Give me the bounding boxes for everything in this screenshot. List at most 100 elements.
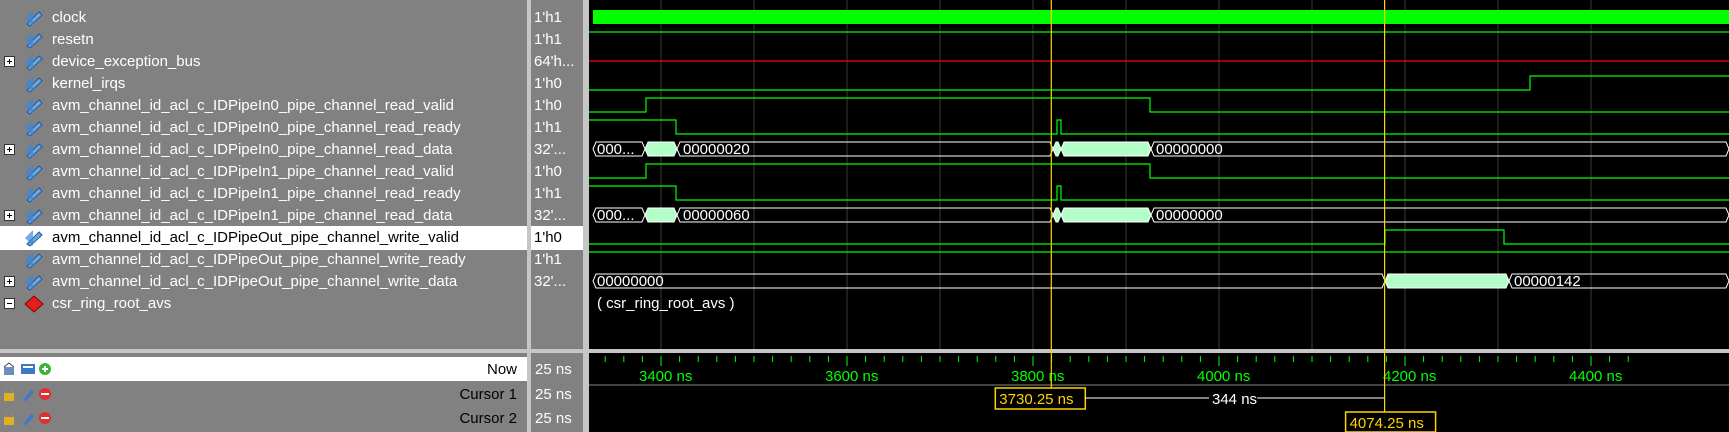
signal-value-row[interactable]: 1'h1 bbox=[531, 28, 583, 52]
cursor-1-label: Cursor 1 bbox=[459, 386, 517, 403]
wrench-icon bbox=[23, 414, 34, 425]
signal-name: avm_channel_id_acl_c_IDPipeIn0_pipe_chan… bbox=[52, 119, 461, 136]
signal-value-row[interactable]: 32'... bbox=[531, 270, 583, 294]
lock-icon bbox=[4, 393, 14, 401]
signal-name: device_exception_bus bbox=[52, 53, 201, 70]
wave-icon bbox=[25, 76, 43, 93]
signal-name: avm_channel_id_acl_c_IDPipeOut_pipe_chan… bbox=[52, 251, 466, 268]
now-row: Now bbox=[0, 357, 527, 381]
in1-data-bus-segment bbox=[1060, 207, 1152, 223]
signal-row[interactable]: kernel_irqs bbox=[0, 72, 527, 96]
signal-value-row[interactable]: 1'h0 bbox=[531, 72, 583, 96]
diamond-icon bbox=[24, 295, 44, 313]
signal-value: 32'... bbox=[534, 273, 567, 290]
signal-name: csr_ring_root_avs bbox=[52, 295, 172, 312]
wave-icon bbox=[25, 10, 43, 27]
signal-row[interactable]: avm_channel_id_acl_c_IDPipeIn1_pipe_chan… bbox=[0, 182, 527, 206]
signal-value-row[interactable]: 1'h0 bbox=[531, 94, 583, 118]
signal-row[interactable]: avm_channel_id_acl_c_IDPipeIn0_pipe_chan… bbox=[0, 94, 527, 118]
bus-value-label: 00000000 bbox=[597, 273, 664, 290]
signal-row[interactable]: avm_channel_id_acl_c_IDPipeOut_pipe_chan… bbox=[0, 248, 527, 272]
waveform-canvas[interactable]: 000... 00000020 00000000 000... 00000060 0000… bbox=[589, 0, 1729, 432]
signal-row[interactable]: avm_channel_id_acl_c_IDPipeIn0_pipe_chan… bbox=[0, 116, 527, 140]
signal-value-row[interactable]: 1'h1 bbox=[531, 248, 583, 272]
signal-name: resetn bbox=[52, 31, 94, 48]
lock-icon bbox=[4, 417, 14, 425]
cursor-1-time: 3730.25 ns bbox=[999, 391, 1073, 408]
cursor-2-icons bbox=[3, 410, 51, 426]
expand-icon[interactable] bbox=[4, 210, 15, 221]
timeline-tick-label: 4400 ns bbox=[1569, 368, 1622, 385]
wave-icon bbox=[25, 274, 43, 291]
cursor-2-row[interactable]: Cursor 2 bbox=[0, 406, 527, 430]
clock-wave bbox=[593, 10, 1729, 24]
bus-value-label: 00000020 bbox=[683, 141, 750, 158]
signal-value-row[interactable] bbox=[531, 292, 583, 316]
bus-value-label: 00000000 bbox=[1156, 207, 1223, 224]
wave-icon bbox=[25, 32, 43, 49]
bus-value-label: 000... bbox=[597, 207, 635, 224]
signal-value-row[interactable]: 1'h0 bbox=[531, 226, 583, 250]
signal-row[interactable]: csr_ring_root_avs bbox=[0, 292, 527, 316]
signal-row[interactable]: avm_channel_id_acl_c_IDPipeIn1_pipe_chan… bbox=[0, 204, 527, 228]
signal-value: 1'h1 bbox=[534, 119, 562, 136]
signal-name: avm_channel_id_acl_c_IDPipeIn1_pipe_chan… bbox=[52, 185, 461, 202]
wave-icon bbox=[25, 208, 43, 225]
cursor-2-time: 4074.25 ns bbox=[1350, 415, 1424, 432]
signal-value-row[interactable]: 1'h1 bbox=[531, 182, 583, 206]
in0-ready-wave bbox=[589, 119, 1729, 135]
signal-value: 1'h1 bbox=[534, 185, 562, 202]
expand-icon[interactable] bbox=[4, 144, 15, 155]
timeline-tick-label: 3400 ns bbox=[639, 368, 692, 385]
signal-value: 32'... bbox=[534, 141, 567, 158]
signal-name: avm_channel_id_acl_c_IDPipeIn0_pipe_chan… bbox=[52, 141, 453, 158]
signal-name-panel: clock resetn device_exception_bus kernel_ir… bbox=[0, 0, 527, 349]
cursor-1-icons bbox=[3, 386, 51, 402]
signal-value-row[interactable]: 32'... bbox=[531, 204, 583, 228]
signal-row[interactable]: resetn bbox=[0, 28, 527, 52]
now-label: Now bbox=[486, 361, 517, 378]
bus-value-label: ( csr_ring_root_avs ) bbox=[597, 295, 735, 312]
signal-row[interactable]: clock bbox=[0, 6, 527, 30]
timeline-tick-label: 4200 ns bbox=[1383, 368, 1436, 385]
cursor-1-row[interactable]: Cursor 1 bbox=[0, 382, 527, 406]
signal-value-row[interactable]: 1'h0 bbox=[531, 160, 583, 184]
wave-icon bbox=[25, 164, 43, 181]
signal-value-row[interactable]: 64'h... bbox=[531, 50, 583, 74]
in0-data-bus-segment bbox=[1052, 141, 1062, 157]
expand-icon[interactable] bbox=[4, 276, 15, 287]
in0-data-bus-segment bbox=[1060, 141, 1152, 157]
timeline-tick-label: 3800 ns bbox=[1011, 368, 1064, 385]
expand-icon[interactable] bbox=[4, 56, 15, 67]
wave-icon bbox=[25, 98, 43, 115]
in1-data-bus-segment bbox=[1150, 207, 1729, 223]
wave-icon bbox=[25, 186, 43, 203]
signal-row[interactable]: avm_channel_id_acl_c_IDPipeIn0_pipe_chan… bbox=[0, 138, 527, 162]
collapse-icon[interactable] bbox=[4, 298, 15, 309]
cursor-panel: Now Cursor 1 Cursor 2 bbox=[0, 353, 527, 432]
cursor-delta-label: 344 ns bbox=[1212, 391, 1257, 408]
timeline-tick-label: 3600 ns bbox=[825, 368, 878, 385]
signal-value: 64'h... bbox=[534, 53, 575, 70]
wave-icon bbox=[25, 252, 43, 269]
out-data-bus-segment bbox=[592, 273, 1386, 289]
out-data-bus-segment bbox=[1384, 273, 1510, 289]
signal-value-row[interactable]: 1'h1 bbox=[531, 6, 583, 30]
signal-value-row[interactable]: 32'... bbox=[531, 138, 583, 162]
cursor-2-label: Cursor 2 bbox=[459, 410, 517, 427]
in0-data-bus-segment bbox=[1150, 141, 1729, 157]
signal-value: 1'h0 bbox=[534, 163, 562, 180]
signal-value: 32'... bbox=[534, 207, 567, 224]
signal-row[interactable]: avm_channel_id_acl_c_IDPipeOut_pipe_chan… bbox=[0, 270, 527, 294]
in1-data-bus-segment bbox=[644, 207, 678, 223]
cursor-1-value: 25 ns bbox=[535, 386, 572, 403]
signal-row[interactable]: avm_channel_id_acl_c_IDPipeOut_pipe_chan… bbox=[0, 226, 527, 250]
bus-value-label: 00000000 bbox=[1156, 141, 1223, 158]
signal-value: 1'h0 bbox=[534, 75, 562, 92]
signal-row[interactable]: avm_channel_id_acl_c_IDPipeIn1_pipe_chan… bbox=[0, 160, 527, 184]
signal-value-row[interactable]: 1'h1 bbox=[531, 116, 583, 140]
signal-value: 1'h0 bbox=[534, 97, 562, 114]
cursor-tool-icons[interactable] bbox=[3, 361, 51, 377]
signal-name: avm_channel_id_acl_c_IDPipeOut_pipe_chan… bbox=[52, 229, 459, 246]
signal-row[interactable]: device_exception_bus bbox=[0, 50, 527, 74]
